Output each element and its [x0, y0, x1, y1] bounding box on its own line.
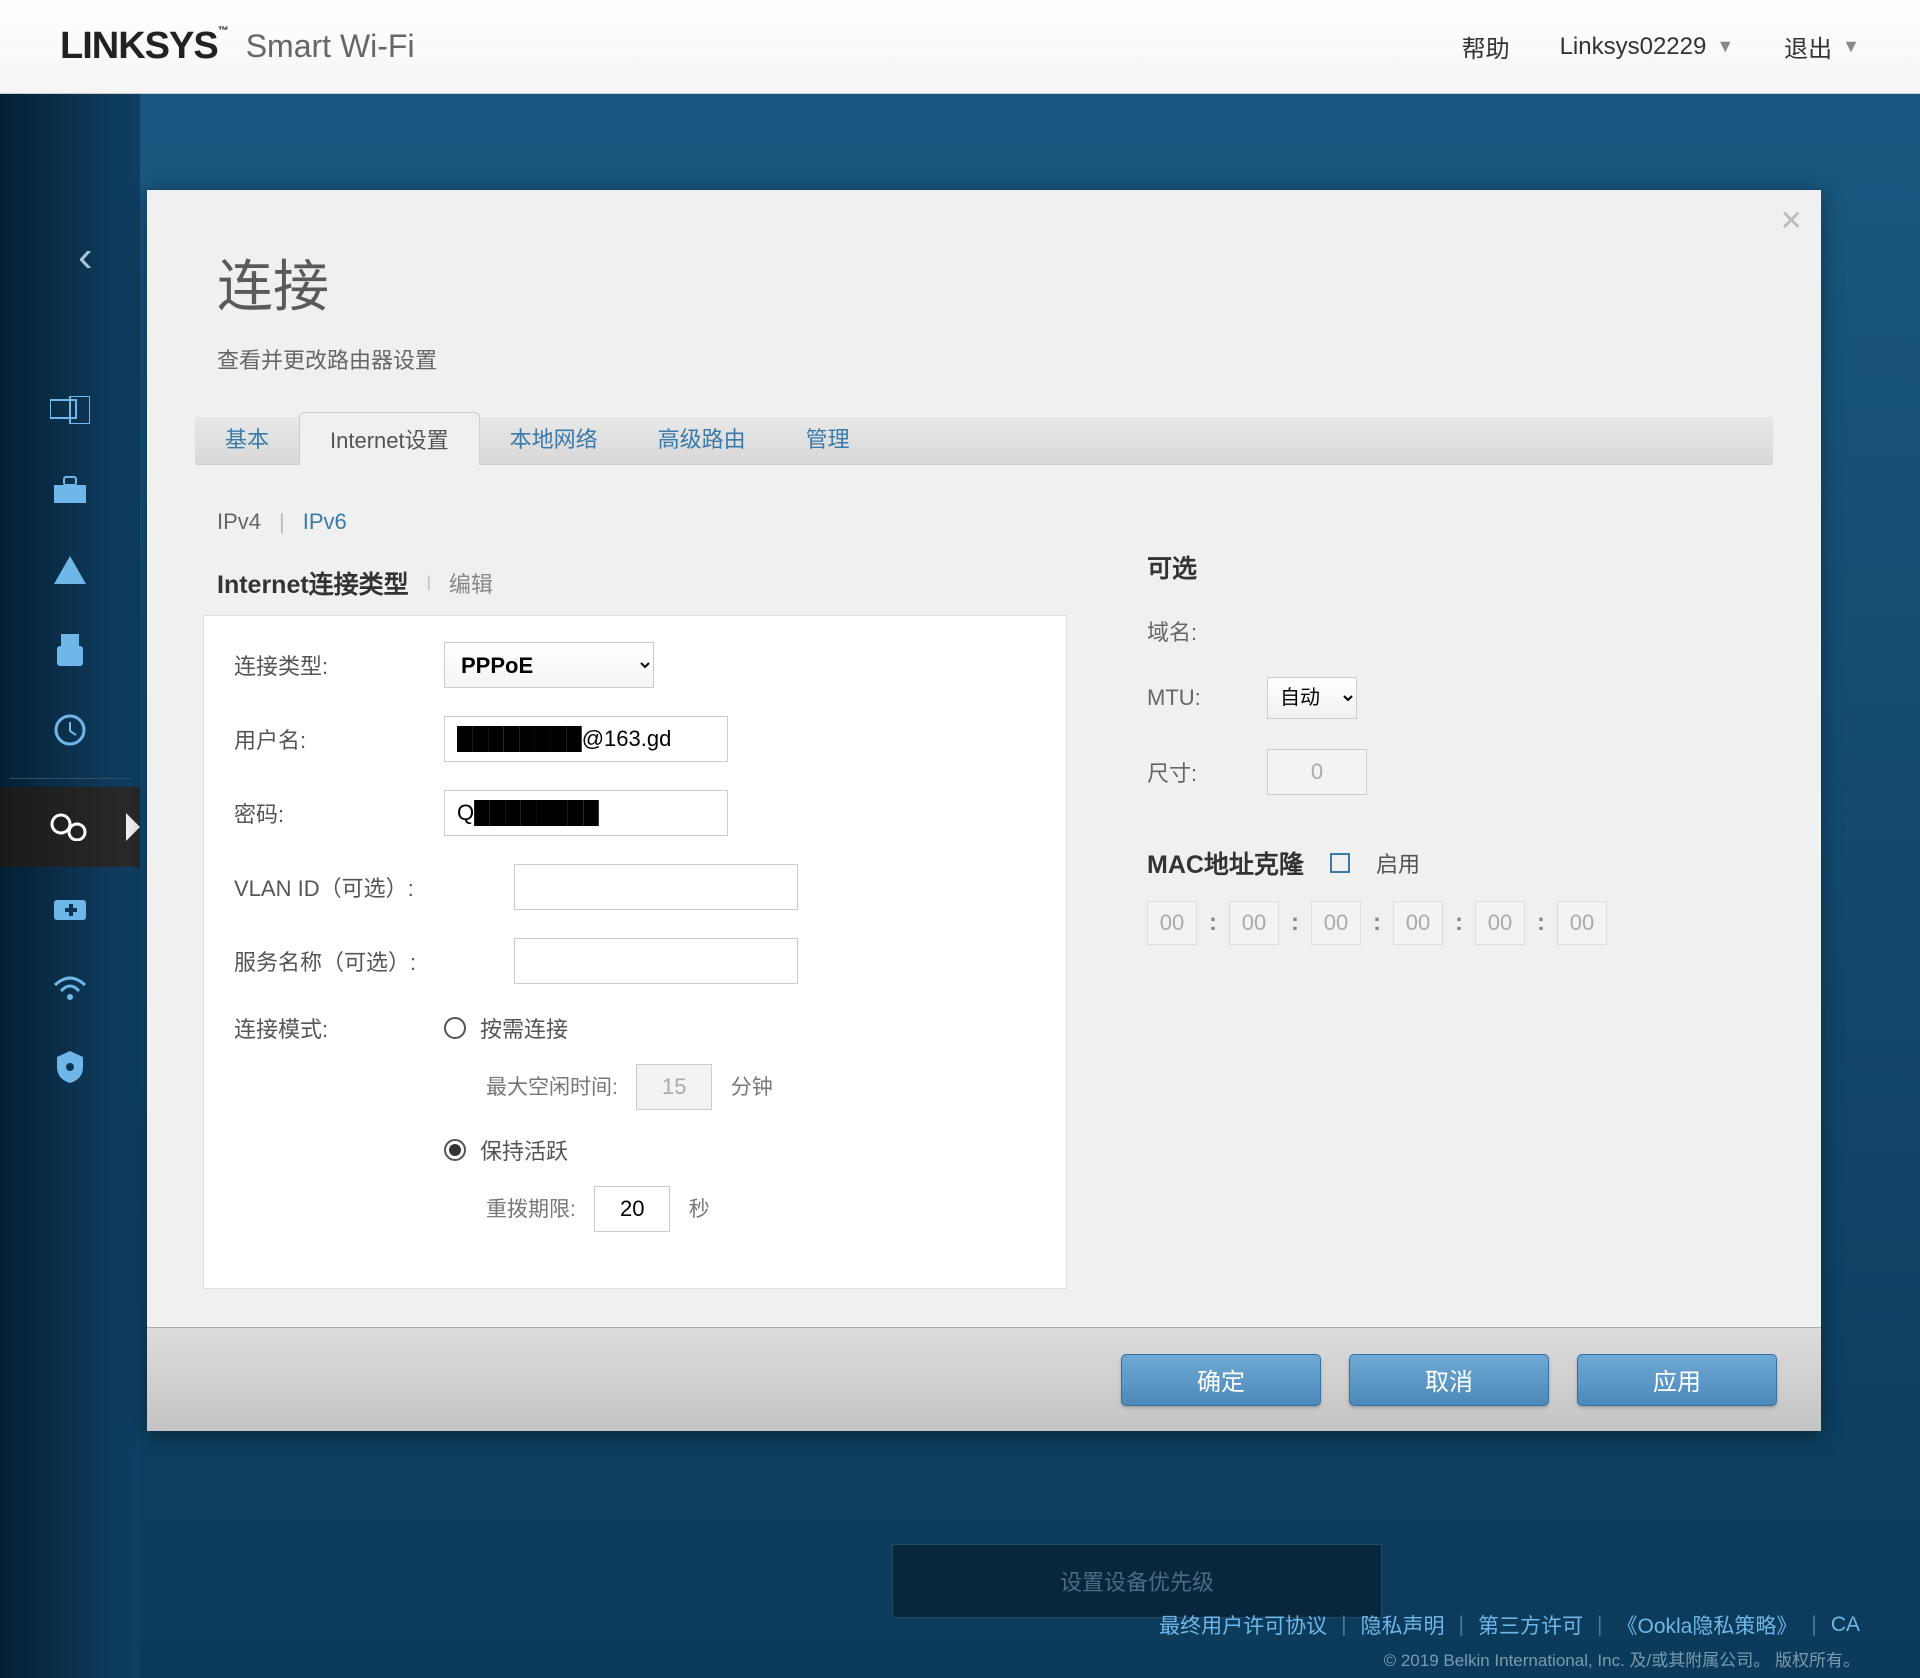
modal-footer: 确定 取消 应用 [147, 1327, 1821, 1431]
tab-advanced-routing[interactable]: 高级路由 [628, 412, 776, 464]
sidebar-item-usb[interactable] [0, 610, 140, 690]
footer-thirdparty-link[interactable]: 第三方许可 [1478, 1610, 1583, 1640]
sidebar-item-security[interactable] [0, 1027, 140, 1107]
mac-part-4: 00 [1475, 901, 1525, 945]
sidebar-item-wifi[interactable] [0, 947, 140, 1027]
sidebar-item-devices[interactable] [0, 370, 140, 450]
mac-enable-checkbox[interactable] [1330, 853, 1350, 873]
smart-wifi-label: Smart Wi-Fi [246, 28, 415, 65]
radio-keep-alive[interactable] [444, 1139, 466, 1161]
password-label: 密码: [234, 797, 444, 829]
settings-panel: ✕ 连接 查看并更改路由器设置 基本 Internet设置 本地网络 高级路由 … [147, 190, 1821, 1431]
connection-form-card: 连接类型: PPPoE 用户名: 密码: VLAN ID（可选） [203, 615, 1067, 1289]
page-subtitle: 查看并更改路由器设置 [217, 343, 1751, 375]
logo-block: LINKSYS™ Smart Wi-Fi [60, 25, 415, 68]
mac-clone-title: MAC地址克隆 [1147, 845, 1304, 881]
close-icon[interactable]: ✕ [1780, 204, 1803, 237]
linksys-logo: LINKSYS™ [60, 25, 228, 68]
keep-alive-label: 保持活跃 [480, 1134, 568, 1166]
back-arrow-icon[interactable]: ‹ [78, 232, 93, 282]
subtab-ipv4[interactable]: IPv4 [217, 509, 261, 535]
page-title: 连接 [217, 242, 1751, 323]
conn-type-select[interactable]: PPPoE [444, 642, 654, 688]
size-input [1267, 749, 1367, 795]
cancel-button[interactable]: 取消 [1349, 1354, 1549, 1406]
tab-basic[interactable]: 基本 [195, 412, 299, 464]
username-input[interactable] [444, 716, 728, 762]
tabs-bar: 基本 Internet设置 本地网络 高级路由 管理 [195, 417, 1773, 465]
firstaid-icon [52, 892, 88, 922]
footer-ookla-link[interactable]: 《Ookla隐私策略》 [1616, 1610, 1797, 1640]
mtu-label: MTU: [1147, 685, 1267, 711]
vlan-label: VLAN ID（可选）: [234, 871, 514, 903]
max-idle-label: 最大空闲时间: [486, 1076, 618, 1099]
chevron-down-icon: ▼ [1842, 36, 1860, 57]
conn-type-label: 连接类型: [234, 649, 444, 681]
chevron-down-icon: ▼ [1716, 36, 1734, 57]
username-label: 用户名: [234, 723, 444, 755]
mac-part-2: 00 [1311, 901, 1361, 945]
sidebar-item-firstaid[interactable] [0, 867, 140, 947]
ok-button[interactable]: 确定 [1121, 1354, 1321, 1406]
sidebar-item-toolbox[interactable] [0, 450, 140, 530]
help-link[interactable]: 帮助 [1462, 29, 1510, 64]
optional-title: 可选 [1147, 549, 1607, 585]
sidebar-item-settings[interactable] [0, 787, 140, 867]
mac-address-row: 00: 00: 00: 00: 00: 00 [1147, 901, 1607, 945]
enable-label: 启用 [1376, 847, 1420, 879]
warning-icon [52, 554, 88, 586]
clock-icon [53, 713, 87, 747]
footer-eula-link[interactable]: 最终用户许可协议 [1159, 1610, 1327, 1640]
sidebar-item-warning[interactable] [0, 530, 140, 610]
password-input[interactable] [444, 790, 728, 836]
tab-internet-settings[interactable]: Internet设置 [299, 412, 480, 465]
edit-link[interactable]: 编辑 [449, 567, 493, 599]
sidebar-item-clock[interactable] [0, 690, 140, 770]
mac-part-3: 00 [1393, 901, 1443, 945]
max-idle-input [636, 1064, 712, 1110]
seconds-label: 秒 [689, 1198, 710, 1221]
logout-dropdown[interactable]: 退出 ▼ [1784, 29, 1860, 64]
domain-label: 域名: [1147, 615, 1267, 647]
subtab-ipv6[interactable]: IPv6 [303, 509, 347, 535]
mac-part-0: 00 [1147, 901, 1197, 945]
vlan-input[interactable] [514, 864, 798, 910]
radio-on-demand[interactable] [444, 1017, 466, 1039]
footer-copyright: © 2019 Belkin International, Inc. 及/或其附属… [1384, 1646, 1860, 1671]
conn-mode-label: 连接模式: [234, 1012, 444, 1044]
apply-button[interactable]: 应用 [1577, 1354, 1777, 1406]
devices-icon [50, 396, 90, 424]
footer-ca-link[interactable]: CA [1831, 1613, 1860, 1637]
wifi-icon [51, 973, 89, 1001]
logout-label: 退出 [1784, 29, 1832, 64]
redial-input[interactable] [594, 1186, 670, 1232]
top-header: LINKSYS™ Smart Wi-Fi 帮助 Linksys02229 ▼ 退… [0, 0, 1920, 94]
section-title: Internet连接类型 [217, 565, 409, 601]
tab-local-network[interactable]: 本地网络 [480, 412, 628, 464]
service-name-input[interactable] [514, 938, 798, 984]
mac-part-5: 00 [1557, 901, 1607, 945]
size-label: 尺寸: [1147, 756, 1267, 788]
shield-icon [55, 1049, 85, 1085]
mac-part-1: 00 [1229, 901, 1279, 945]
footer-privacy-link[interactable]: 隐私声明 [1361, 1610, 1445, 1640]
toolbox-icon [52, 475, 88, 505]
page-footer: 最终用户许可协议| 隐私声明| 第三方许可| 《Ookla隐私策略》| CA ©… [140, 1602, 1920, 1678]
sidebar: ‹ [0, 94, 140, 1678]
service-name-label: 服务名称（可选）: [234, 945, 514, 977]
gear-icon [50, 813, 90, 841]
account-dropdown[interactable]: Linksys02229 ▼ [1560, 33, 1735, 61]
minutes-label: 分钟 [731, 1076, 773, 1099]
on-demand-label: 按需连接 [480, 1012, 568, 1044]
mtu-select[interactable]: 自动 [1267, 677, 1357, 719]
redial-label: 重拨期限: [486, 1198, 576, 1221]
usb-icon [55, 632, 85, 668]
account-name: Linksys02229 [1560, 33, 1707, 61]
tab-admin[interactable]: 管理 [776, 412, 880, 464]
